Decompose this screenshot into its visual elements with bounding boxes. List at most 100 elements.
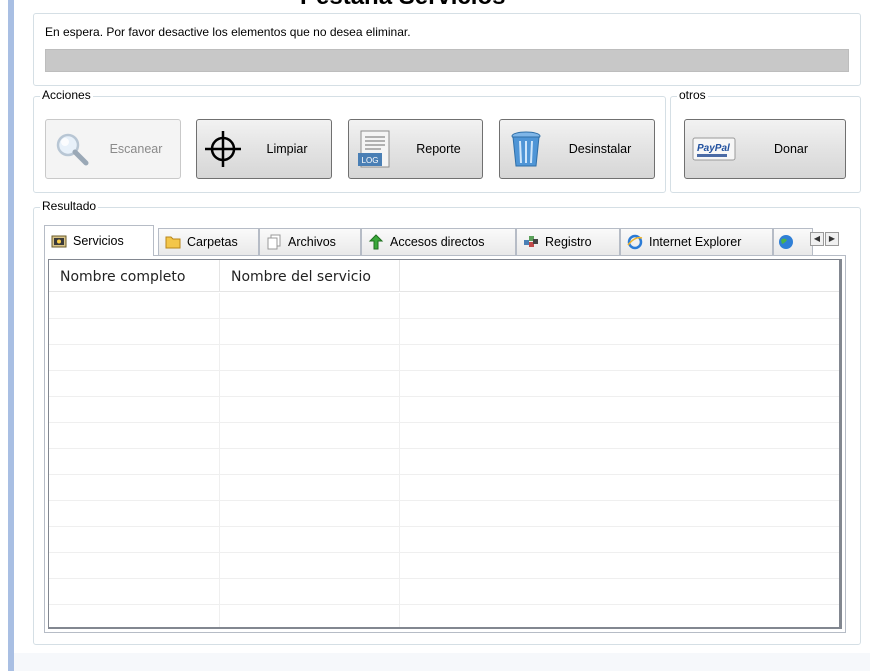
column-header-service-name[interactable]: Nombre del servicio [220,260,400,292]
table-cell-empty [49,371,220,397]
tab-registro[interactable]: Registro [516,228,620,255]
table-cell-empty [49,293,220,319]
scan-button-label: Escanear [109,142,163,156]
donate-button[interactable]: PayPal Donar [684,119,846,179]
table-cell-empty [220,475,400,501]
table-cell-empty [400,397,839,423]
window-left-edge [8,0,14,671]
paypal-icon-text: PayPal [697,143,730,154]
table-cell-empty [400,345,839,371]
internet-explorer-icon [627,234,643,250]
table-row-empty [49,371,839,397]
actions-group-label: Acciones [40,88,93,102]
bottom-strip [14,653,870,671]
table-row-empty [49,293,839,319]
table-cell-empty [220,397,400,423]
log-icon-text: LOG [362,156,379,165]
table-row-empty [49,501,839,527]
tab-internet-explorer-label: Internet Explorer [649,235,742,249]
actions-group: Acciones Escanear Limpiar LOG Reporte De… [33,88,666,193]
table-cell-empty [49,319,220,345]
table-cell-empty [220,345,400,371]
globe-icon [779,235,793,249]
shortcut-arrow-icon [368,234,384,250]
table-row-empty [49,397,839,423]
table-cell-empty [400,319,839,345]
table-cell-empty [49,553,220,579]
tab-registro-label: Registro [545,235,592,249]
table-cell-empty [49,423,220,449]
log-file-icon: LOG [358,130,390,168]
paypal-icon: PayPal [692,137,736,161]
column-header-filler [400,260,839,292]
others-group: otros PayPal Donar [670,88,861,193]
registry-icon [524,236,538,247]
tab-servicios-label: Servicios [73,234,124,248]
table-cell-empty [400,501,839,527]
table-row-empty [49,553,839,579]
table-cell-empty [49,527,220,553]
table-row-empty [49,319,839,345]
status-message: En espera. Por favor desactive los eleme… [45,25,411,39]
tabs-scroll-right-button[interactable]: ▶ [825,232,839,246]
table-row-empty [49,449,839,475]
table-cell-empty [220,293,400,319]
table-cell-empty [49,397,220,423]
magnifier-icon [56,133,89,166]
table-cell-empty [49,579,220,605]
column-header-full-name[interactable]: Nombre completo [49,260,220,292]
table-cell-empty [400,475,839,501]
others-group-label: otros [677,88,708,102]
table-cell-empty [220,527,400,553]
uninstall-button[interactable]: Desinstalar [499,119,655,179]
crosshair-icon [205,131,241,167]
table-cell-empty [400,553,839,579]
table-cell-empty [400,527,839,553]
tab-more[interactable] [773,228,813,255]
result-tabs: Servicios Carpetas Archivos Accesos dire… [44,225,844,256]
table-row-empty [49,475,839,501]
table-cell-empty [49,501,220,527]
report-button[interactable]: LOG Reporte [348,119,483,179]
services-table[interactable]: Nombre completo Nombre del servicio [48,259,842,629]
table-cell-empty [220,501,400,527]
table-cell-empty [220,423,400,449]
trash-bin-icon [511,131,541,167]
clean-button[interactable]: Limpiar [196,119,332,179]
services-icon [51,235,67,248]
table-cell-empty [49,605,220,627]
tab-carpetas[interactable]: Carpetas [158,228,259,255]
status-panel: En espera. Por favor desactive los eleme… [33,13,861,86]
tab-archivos[interactable]: Archivos [259,228,361,255]
table-cell-empty [49,449,220,475]
table-cell-empty [220,605,400,627]
tabs-scroll-left-button[interactable]: ◀ [810,232,824,246]
table-cell-empty [220,371,400,397]
table-header: Nombre completo Nombre del servicio [49,260,839,292]
table-cell-empty [400,449,839,475]
tab-servicios[interactable]: Servicios [44,225,154,256]
table-cell-empty [220,319,400,345]
tab-internet-explorer[interactable]: Internet Explorer [620,228,773,255]
table-cell-empty [49,345,220,371]
page-title: Pestaña Servicios [300,0,505,11]
scan-button[interactable]: Escanear [45,119,181,179]
tab-carpetas-label: Carpetas [187,235,238,249]
table-cell-empty [400,293,839,319]
tab-archivos-label: Archivos [288,235,336,249]
report-button-label: Reporte [416,142,461,156]
uninstall-button-label: Desinstalar [568,142,632,156]
table-cell-empty [220,553,400,579]
result-group-label: Resultado [40,199,99,213]
tab-accesos-directos-label: Accesos directos [390,235,485,249]
table-cell-empty [400,579,839,605]
table-row-empty [49,423,839,449]
clean-button-label: Limpiar [266,142,308,156]
folder-icon [165,236,181,249]
donate-button-label: Donar [773,142,809,156]
tab-accesos-directos[interactable]: Accesos directos [361,228,516,255]
table-cell-empty [220,449,400,475]
table-row-empty [49,345,839,371]
files-icon [267,234,281,250]
table-row-empty [49,605,839,627]
